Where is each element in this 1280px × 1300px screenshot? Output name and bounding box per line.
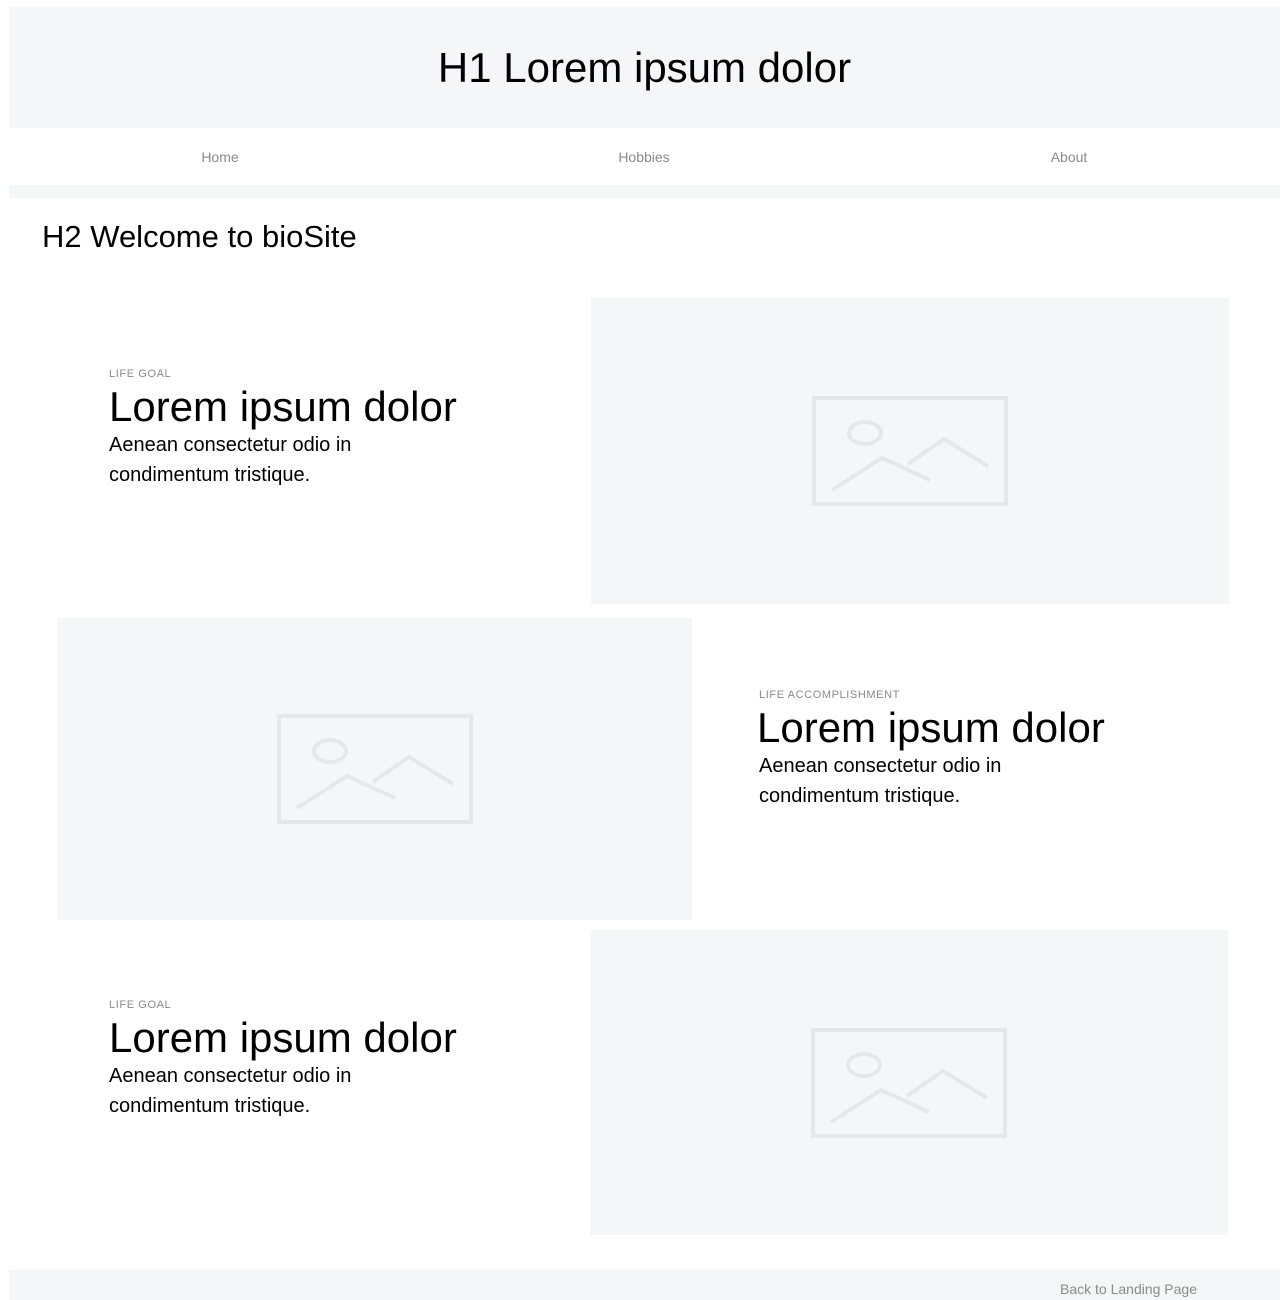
image-placeholder-icon [812,396,1008,506]
feature-title: Lorem ipsum dolor [757,704,1105,751]
feature-eyebrow: LIFE GOAL [109,368,172,380]
nav-link-about[interactable]: About [1051,149,1088,165]
feature-title: Lorem ipsum dolor [109,1014,457,1061]
feature-eyebrow: LIFE ACCOMPLISHMENT [759,689,900,701]
feature-text-2: LIFE ACCOMPLISHMENT Lorem ipsum dolor Ae… [757,690,1157,811]
image-placeholder-icon [811,1027,1007,1138]
back-to-landing-link[interactable]: Back to Landing Page [1060,1281,1197,1297]
feature-text-3: LIFE GOAL Lorem ipsum dolor Aenean conse… [109,1000,509,1121]
feature-image-2 [57,618,692,920]
feature-description: Aenean consectetur odio in condimentum t… [109,1065,352,1118]
main-nav: Home Hobbies About [9,128,1280,185]
page: H1 Lorem ipsum dolor Home Hobbies About … [0,0,1280,1300]
feature-title: Lorem ipsum dolor [109,383,457,430]
feature-description: Aenean consectetur odio in condimentum t… [759,755,1002,808]
feature-description: Aenean consectetur odio in condimentum t… [109,434,352,487]
site-header: H1 Lorem ipsum dolor [9,7,1280,128]
feature-image-1 [591,298,1229,604]
page-title: H1 Lorem ipsum dolor [437,43,852,91]
nav-divider [9,185,1280,198]
feature-eyebrow: LIFE GOAL [109,999,172,1011]
feature-text-1: LIFE GOAL Lorem ipsum dolor Aenean conse… [109,369,509,490]
image-placeholder-icon [276,714,473,824]
site-footer: Back to Landing Page [9,1270,1280,1300]
nav-link-home[interactable]: Home [201,149,238,165]
welcome-heading: H2 Welcome to bioSite [42,219,357,254]
nav-link-hobbies[interactable]: Hobbies [618,149,669,165]
feature-image-3 [590,930,1228,1235]
